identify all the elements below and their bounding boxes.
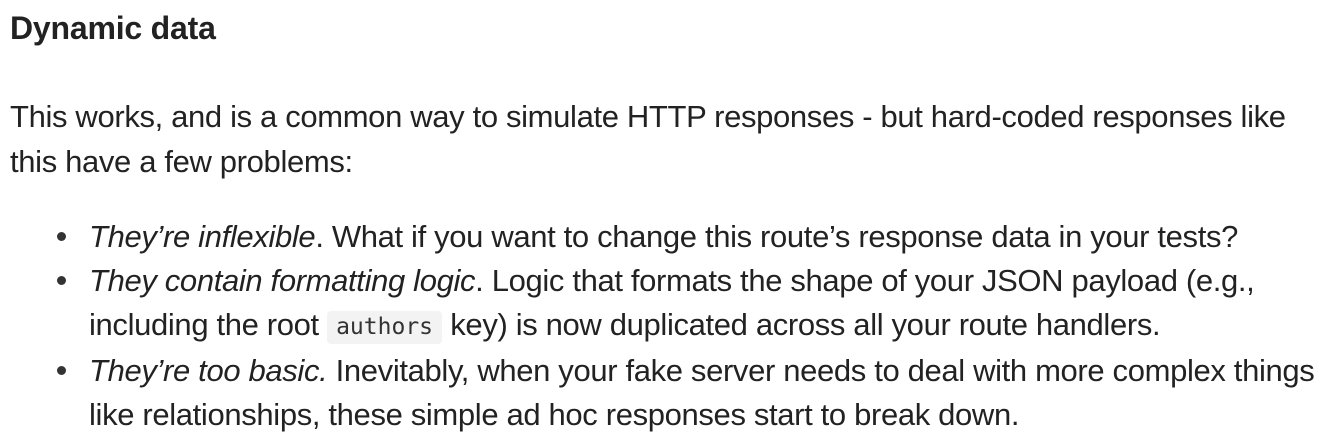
problem-list: They’re inflexible. What if you want to … (10, 215, 1326, 437)
problem-text: What if you want to change this route’s … (323, 219, 1239, 254)
inline-code-authors: authors (327, 311, 443, 344)
list-item-inflexible: They’re inflexible. What if you want to … (10, 215, 1326, 259)
problem-title: They’re inflexible (89, 219, 316, 254)
problem-title: They’re too basic. (89, 353, 328, 388)
intro-paragraph: This works, and is a common way to simul… (10, 99, 1286, 179)
bullet-icon (57, 232, 66, 241)
problem-title: They contain formatting logic (89, 263, 476, 298)
list-item-too-basic: They’re too basic. Inevitably, when your… (10, 349, 1326, 437)
bullet-icon (57, 276, 66, 285)
problem-text-after-code: key) is now duplicated across all your r… (442, 307, 1161, 342)
problem-title-period: . (315, 219, 324, 254)
bullet-icon (57, 366, 66, 375)
document-section: Dynamic data This works, and is a common… (0, 0, 1334, 437)
list-item-formatting-logic: They contain formatting logic. Logic tha… (10, 259, 1326, 349)
section-heading: Dynamic data (10, 10, 216, 46)
